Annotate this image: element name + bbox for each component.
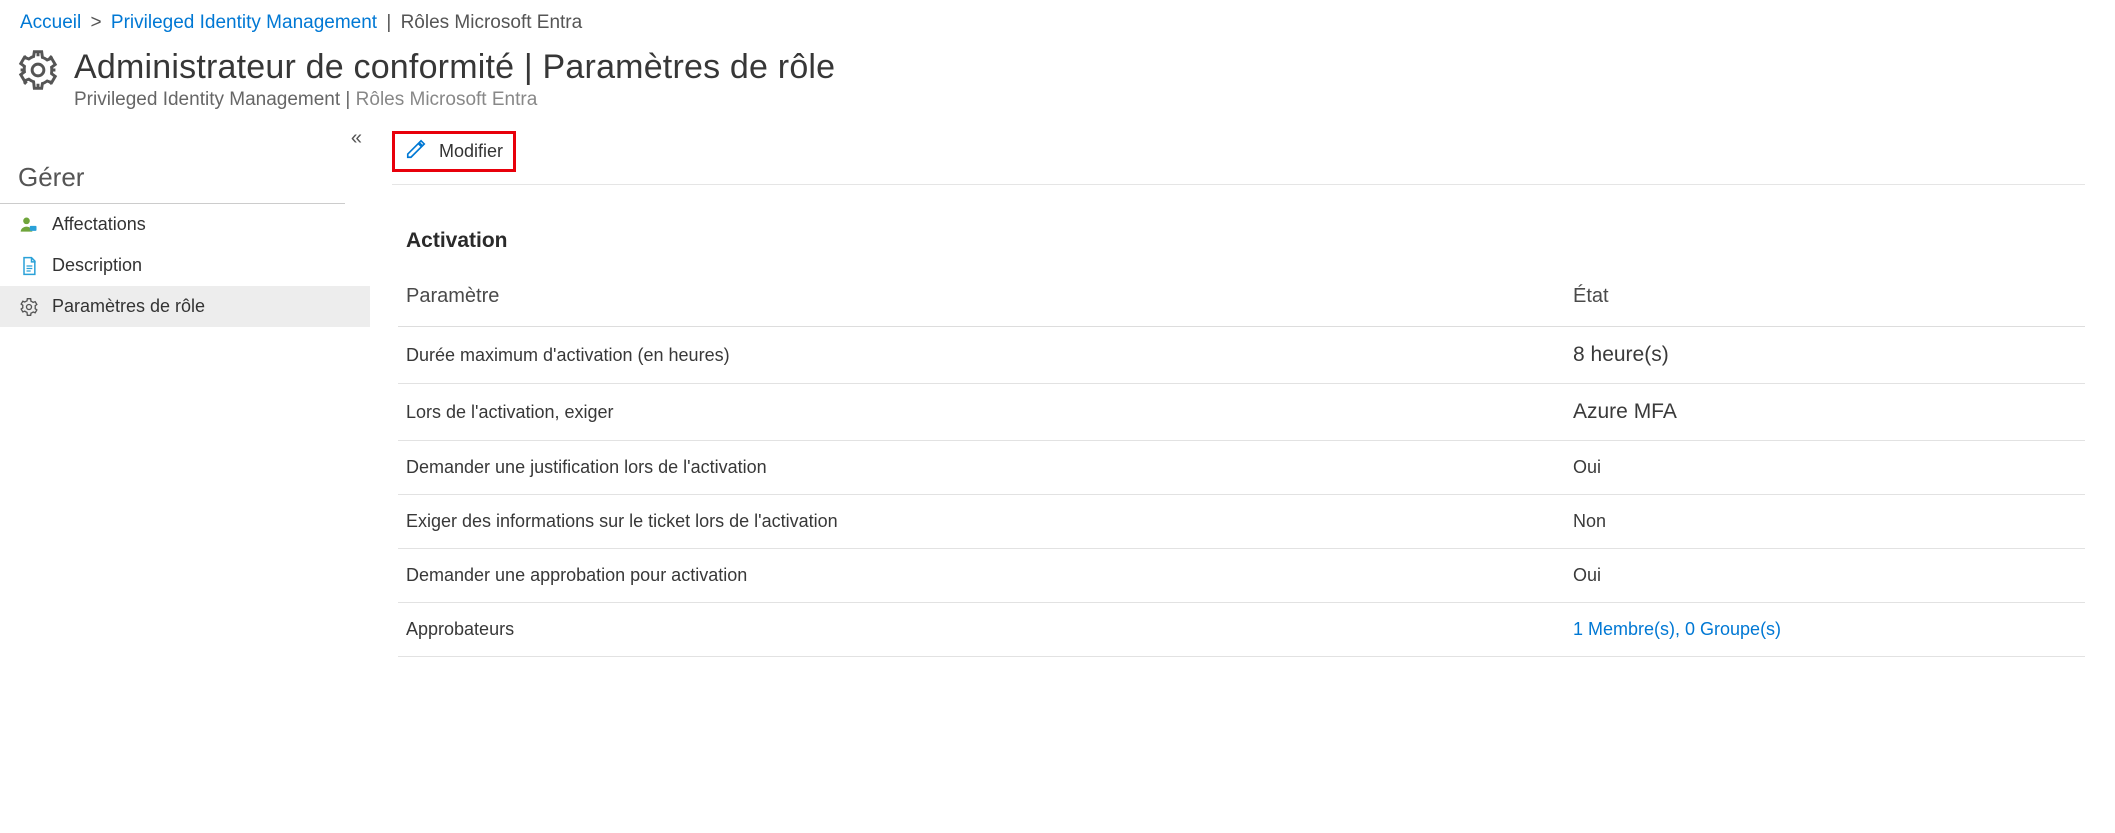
param-cell: Exiger des informations sur le ticket lo… — [398, 495, 1565, 549]
table-row: Lors de l'activation, exigerAzure MFA — [398, 384, 2085, 441]
document-icon — [18, 256, 40, 276]
pencil-icon — [405, 138, 427, 165]
page-header: Administrateur de conformité | Paramètre… — [0, 42, 2115, 123]
section-title-activation: Activation — [406, 229, 2085, 253]
page-subtitle: Privileged Identity Management | Rôles M… — [74, 89, 835, 111]
state-cell: Azure MFA — [1565, 384, 2085, 441]
edit-button-label: Modifier — [439, 141, 503, 162]
toolbar: Modifier — [392, 123, 2085, 185]
sidebar-item-label: Affectations — [52, 214, 146, 235]
breadcrumb-pim[interactable]: Privileged Identity Management — [111, 12, 377, 33]
param-cell: Demander une approbation pour activation — [398, 549, 1565, 603]
table-row: Demander une approbation pour activation… — [398, 549, 2085, 603]
table-row: Durée maximum d'activation (en heures)8 … — [398, 327, 2085, 384]
breadcrumb: Accueil > Privileged Identity Management… — [0, 0, 2115, 42]
table-row: Exiger des informations sur le ticket lo… — [398, 495, 2085, 549]
person-icon — [18, 215, 40, 235]
sidebar-section-title: Gérer — [0, 160, 345, 204]
page-title: Administrateur de conformité | Paramètre… — [74, 48, 835, 87]
activation-table: Paramètre État Durée maximum d'activatio… — [398, 273, 2085, 657]
collapse-sidebar-button[interactable]: « — [0, 123, 370, 160]
state-cell: 1 Membre(s), 0 Groupe(s) — [1565, 603, 2085, 657]
sidebar-item-description[interactable]: Description — [0, 245, 370, 286]
param-cell: Approbateurs — [398, 603, 1565, 657]
edit-button[interactable]: Modifier — [392, 131, 516, 172]
state-cell: Non — [1565, 495, 2085, 549]
state-cell: Oui — [1565, 549, 2085, 603]
sidebar-item-parametres[interactable]: Paramètres de rôle — [0, 286, 370, 327]
col-state: État — [1565, 273, 2085, 327]
col-param: Paramètre — [398, 273, 1565, 327]
breadcrumb-sep: | — [386, 12, 391, 33]
breadcrumb-current: Rôles Microsoft Entra — [401, 12, 583, 33]
sidebar-item-affectations[interactable]: Affectations — [0, 204, 370, 245]
state-cell: 8 heure(s) — [1565, 327, 2085, 384]
table-row: Approbateurs 1 Membre(s), 0 Groupe(s) — [398, 603, 2085, 657]
table-row: Demander une justification lors de l'act… — [398, 441, 2085, 495]
approvers-link[interactable]: 1 Membre(s), 0 Groupe(s) — [1573, 619, 1781, 639]
param-cell: Demander une justification lors de l'act… — [398, 441, 1565, 495]
breadcrumb-home[interactable]: Accueil — [20, 12, 81, 33]
param-cell: Durée maximum d'activation (en heures) — [398, 327, 1565, 384]
gear-icon — [18, 297, 40, 317]
sidebar-item-label: Description — [52, 255, 142, 276]
param-cell: Lors de l'activation, exiger — [398, 384, 1565, 441]
gear-icon — [16, 48, 60, 97]
state-cell: Oui — [1565, 441, 2085, 495]
sidebar: « Gérer Affectations Description Paramèt… — [0, 123, 370, 697]
breadcrumb-sep: > — [91, 12, 102, 33]
sidebar-item-label: Paramètres de rôle — [52, 296, 205, 317]
